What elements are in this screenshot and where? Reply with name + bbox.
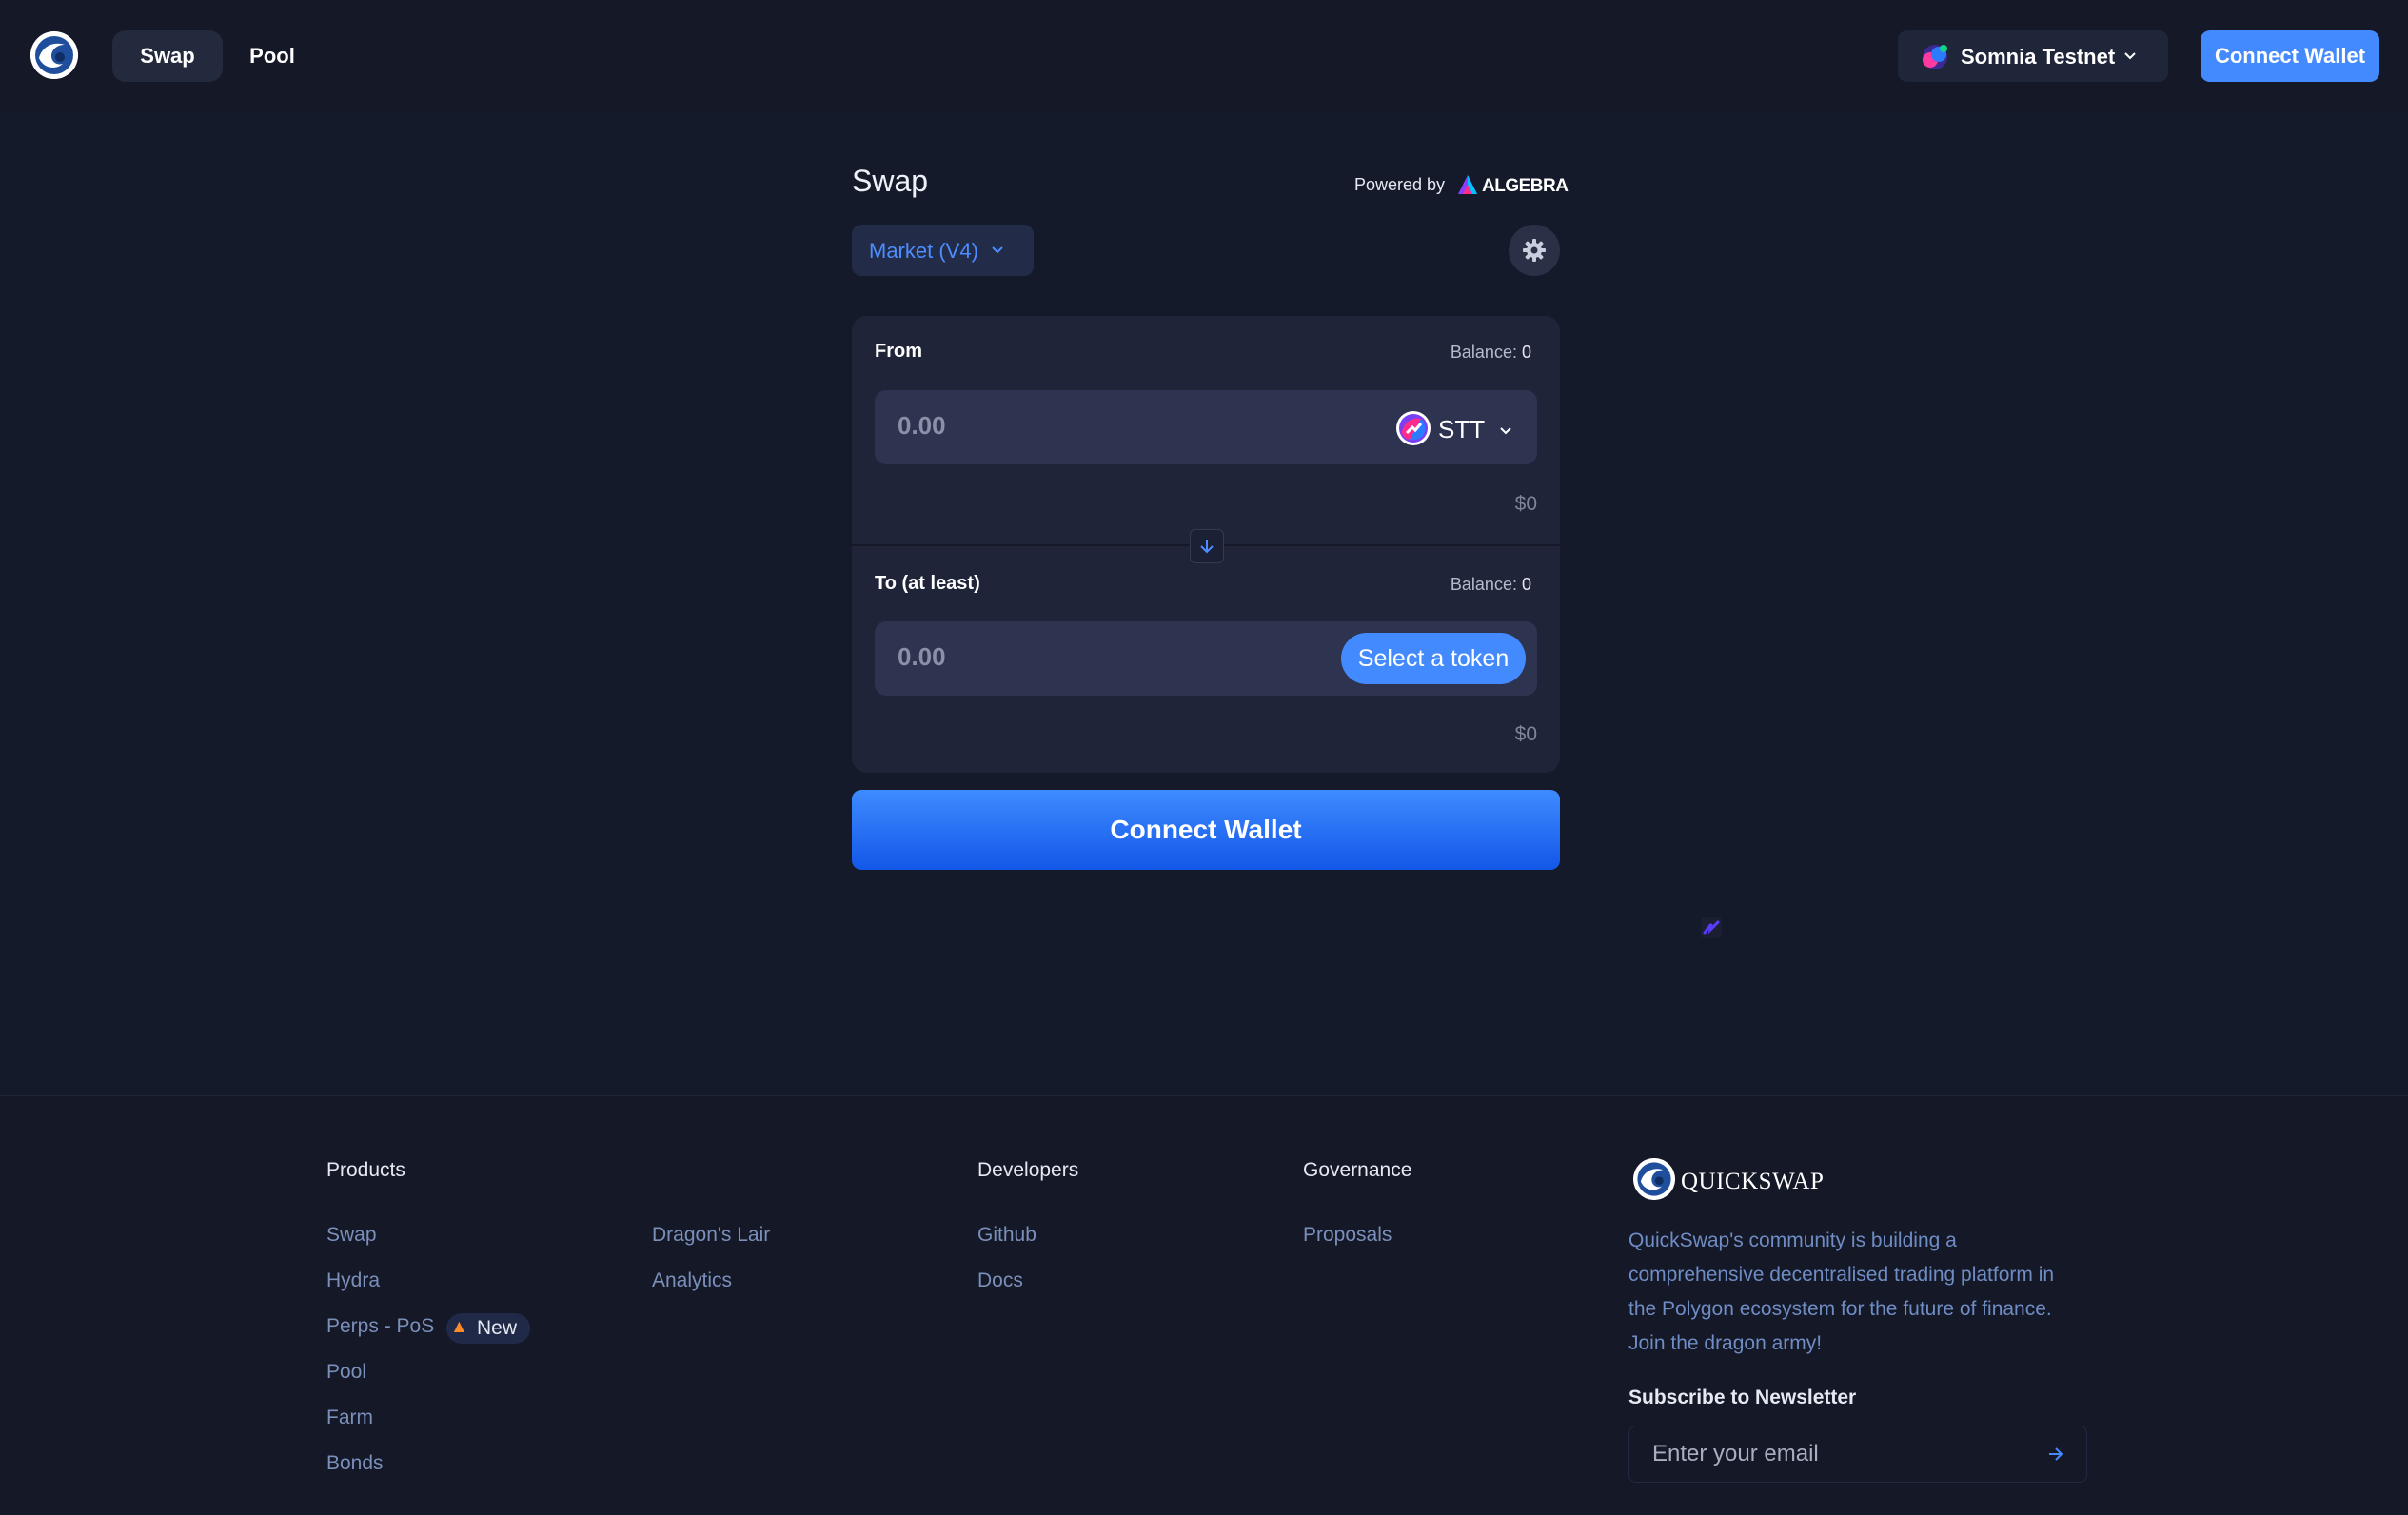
from-balance-label: Balance: <box>1450 343 1517 362</box>
algebra-brand: ALGEBRA <box>1482 176 1569 196</box>
algebra-logo-icon <box>1458 175 1477 194</box>
to-balance: Balance: 0 <box>1451 575 1531 595</box>
footer-products-heading: Products <box>326 1159 405 1181</box>
footer-link-swap[interactable]: Swap <box>326 1224 377 1247</box>
nav-pool[interactable]: Pool <box>236 30 308 82</box>
from-token-name: STT <box>1438 415 1486 443</box>
footer-governance-heading: Governance <box>1303 1159 1412 1181</box>
network-selector[interactable]: Somnia Testnet <box>1898 30 2168 82</box>
quickswap-logo-icon[interactable] <box>30 31 78 79</box>
footer-link-bonds[interactable]: Bonds <box>326 1452 384 1475</box>
gear-icon <box>1523 239 1546 262</box>
somnia-network-icon <box>1923 45 1947 69</box>
from-label: From <box>875 341 922 362</box>
newsletter-form <box>1628 1426 2087 1483</box>
swap-mode-label: Market (V4) <box>869 239 978 263</box>
swap-mode-dropdown[interactable]: Market (V4) <box>852 225 1034 276</box>
chevron-down-icon <box>1500 427 1511 435</box>
quickswap-footer-logo-icon <box>1633 1158 1675 1200</box>
chevron-down-icon <box>2124 52 2136 60</box>
to-label: To (at least) <box>875 573 980 594</box>
arrow-down-icon <box>1200 540 1214 554</box>
from-usd-value: $0 <box>1514 493 1537 515</box>
footer-link-pool[interactable]: Pool <box>326 1361 366 1384</box>
newsletter-label: Subscribe to Newsletter <box>1628 1387 1857 1408</box>
new-badge-label: New <box>477 1317 518 1339</box>
connect-wallet-button[interactable]: Connect Wallet <box>2201 30 2379 82</box>
to-input-box: 0.00 Select a token <box>875 621 1537 696</box>
from-balance-value: 0 <box>1521 343 1531 362</box>
settings-button[interactable] <box>1509 225 1560 276</box>
stt-token-icon <box>1396 411 1431 445</box>
from-balance: Balance: 0 <box>1451 343 1531 363</box>
footer-link-proposals[interactable]: Proposals <box>1303 1224 1392 1247</box>
footer: Products Swap Hydra Perps - PoS ▲ New Po… <box>0 1095 2408 1515</box>
to-amount-input[interactable]: 0.00 <box>898 642 946 672</box>
network-label: Somnia Testnet <box>1961 45 2116 69</box>
select-token-button[interactable]: Select a token <box>1341 633 1526 684</box>
footer-link-dragons-lair[interactable]: Dragon's Lair <box>652 1224 770 1247</box>
footer-link-analytics[interactable]: Analytics <box>652 1269 732 1292</box>
footer-link-hydra[interactable]: Hydra <box>326 1269 380 1292</box>
quickswap-wordmark: QUICKSWAP <box>1681 1169 1825 1194</box>
from-input-box: 0.00 STT <box>875 390 1537 464</box>
footer-link-github[interactable]: Github <box>977 1224 1036 1247</box>
arrow-right-icon[interactable] <box>2046 1445 2065 1464</box>
powered-by-label: Powered by <box>1354 175 1446 194</box>
footer-link-farm[interactable]: Farm <box>326 1407 373 1429</box>
top-header: Swap Pool Somnia Testnet Connect Wallet <box>0 0 2408 112</box>
to-balance-label: Balance: <box>1450 575 1517 594</box>
swap-card: From Balance: 0 0.00 STT $0 To (at least… <box>852 316 1560 773</box>
nav-swap[interactable]: Swap <box>112 30 223 82</box>
swap-direction-button[interactable] <box>1190 529 1224 563</box>
new-badge: ▲ New <box>446 1313 530 1344</box>
from-amount-input[interactable]: 0.00 <box>898 411 946 441</box>
quickswap-description: QuickSwap's community is building a comp… <box>1628 1230 2055 1354</box>
chevron-down-icon <box>992 246 1003 254</box>
footer-link-perps[interactable]: Perps - PoS <box>326 1315 434 1338</box>
swap-title: Swap <box>852 164 929 198</box>
to-balance-value: 0 <box>1521 575 1531 594</box>
connect-wallet-main-button[interactable]: Connect Wallet <box>852 790 1560 870</box>
newsletter-email-input[interactable] <box>1629 1426 2033 1482</box>
footer-developers-heading: Developers <box>977 1159 1079 1181</box>
footer-link-docs[interactable]: Docs <box>977 1269 1023 1292</box>
from-token-selector[interactable]: STT <box>1396 409 1520 447</box>
fire-icon: ▲ <box>450 1317 468 1337</box>
chart-trend-icon[interactable] <box>1701 917 1722 938</box>
to-usd-value: $0 <box>1514 723 1537 745</box>
